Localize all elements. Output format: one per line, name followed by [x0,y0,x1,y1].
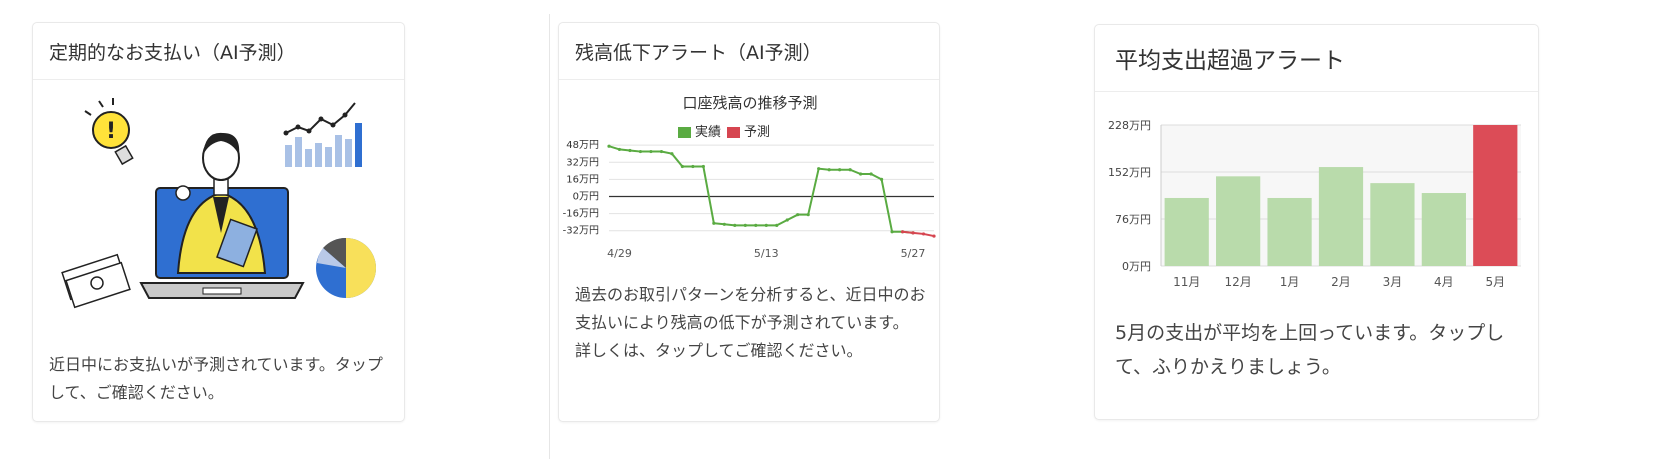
data-point [670,152,674,156]
low-balance-alert-card[interactable]: 残高低下アラート（AI予測） 口座残高の推移予測 実績 予測 48万円 32万円 1… [558,22,940,422]
bar-11月 [1164,197,1209,266]
balance-forecast-line-chart: 48万円 32万円 16万円 0万円 -16万円 -32万円 4/29 5/13 5/27 [563,140,936,260]
y-tick-label: 0万円 [573,191,599,202]
data-point [785,218,789,222]
card-description-sub: 詳しくは、タップしてご確認ください。 [575,341,863,360]
data-point [617,147,622,152]
x-tick-label: 5月 [1485,275,1505,289]
recurring-payment-card[interactable]: 定期的なお支払い（AI予測） ! 近日中にお支払いが予測されています。タップして… [32,22,405,422]
data-point [754,223,758,227]
data-point [659,149,664,154]
x-tick-label: 4/29 [607,247,632,260]
column-divider [549,14,550,459]
bar-12月 [1216,176,1261,266]
data-point [764,223,768,227]
person-laptop-finance-illustration: ! [61,98,376,309]
data-point [848,168,852,172]
data-point [869,172,873,176]
data-point [712,221,716,225]
card-title: 残高低下アラート（AI予測） [559,23,939,80]
bar-3月 [1370,183,1415,266]
data-point [691,164,695,169]
data-point [628,148,632,153]
data-point [900,230,905,234]
lightbulb-icon: ! [84,98,134,166]
series-line-actual [608,145,914,234]
series-line-forecast [902,230,935,238]
y-tick-label: 0万円 [1122,260,1151,273]
data-point [638,149,643,154]
data-point [607,144,611,148]
y-tick-label: -32万円 [563,226,599,237]
data-point [722,222,726,226]
data-point [890,230,894,234]
card-title: 平均支出超過アラート [1095,25,1538,92]
y-tick-label: 32万円 [566,157,599,168]
card-description: 近日中にお支払いが予測されています。タップして、ご確認ください。 [49,355,383,402]
y-tick-label: 48万円 [566,140,599,151]
data-point [680,164,684,169]
data-point [817,167,821,171]
y-tick-label: 76万円 [1115,213,1151,226]
data-point [796,213,800,217]
svg-text:!: ! [106,119,116,144]
growth-chart-icon [283,102,362,167]
pie-chart-icon [316,237,376,298]
data-point [838,168,842,172]
y-tick-label: 228万円 [1108,119,1151,132]
average-overspend-alert-card[interactable]: 平均支出超過アラート 228万円 152万円 76万円 0万円 11月 12月 1月 2月 3月… [1094,24,1539,420]
x-tick-label: 5/13 [754,247,779,260]
x-tick-label: 11月 [1173,275,1200,289]
bar-1月 [1267,197,1312,266]
y-tick-label: 152万円 [1108,166,1151,179]
data-point [806,213,810,217]
y-tick-label: 16万円 [566,174,599,185]
cash-icon [61,253,131,309]
data-point [827,168,831,172]
x-tick-label: 3月 [1383,275,1403,289]
data-point [879,177,884,181]
x-tick-label: 5/27 [901,247,926,260]
bar-4月 [1421,193,1466,266]
chart-title: 口座残高の推移予測 [682,94,818,112]
data-point [743,223,747,227]
data-point [649,149,653,154]
data-point [911,231,915,235]
data-point [921,232,926,236]
data-point [733,223,737,227]
bar-2月 [1318,167,1364,266]
data-point [701,164,705,169]
monthly-spending-bar-chart: 228万円 152万円 76万円 0万円 11月 12月 1月 2月 3月 4月 5月 [1108,119,1521,289]
x-tick-label: 1月 [1280,275,1300,289]
y-tick-label: -16万円 [563,209,599,220]
card-description-main: 過去のお取引パターンを分析すると、近日中のお支払いにより残高の低下が予測されてい… [575,285,926,332]
bar-5月 [1473,125,1518,266]
data-point [932,234,936,238]
x-tick-label: 4月 [1434,275,1454,289]
data-point [859,172,863,176]
card-description: 5月の支出が平均を上回っています。タップして、ふりかえりましょう。 [1115,322,1505,378]
card-description: 過去のお取引パターンを分析すると、近日中のお支払いにより残高の低下が予測されてい… [575,281,927,365]
card-title: 定期的なお支払い（AI予測） [33,23,404,80]
data-point [775,223,779,227]
x-tick-label: 12月 [1225,275,1252,289]
x-tick-label: 2月 [1331,275,1351,289]
